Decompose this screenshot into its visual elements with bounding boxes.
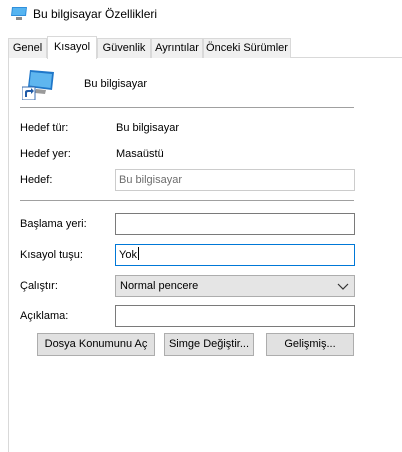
comment-label: Açıklama: [20,310,69,322]
shortcut-name: Bu bilgisayar [84,78,147,90]
run-select-value: Normal pencere [120,280,199,292]
tab-shortcut[interactable]: Kısayol [47,36,97,59]
tab-security[interactable]: Güvenlik [97,38,151,58]
target-location-value: Masaüstü [116,148,164,160]
tab-previous-versions[interactable]: Önceki Sürümler [203,38,291,58]
computer-shortcut-icon [11,7,27,20]
comment-field[interactable] [115,305,355,327]
separator [20,200,354,201]
text-caret [137,247,139,260]
tab-general[interactable]: Genel [8,38,47,58]
advanced-button[interactable]: Gelişmiş... [266,333,354,356]
target-field: Bu bilgisayar [115,169,355,191]
start-in-field[interactable] [115,213,355,235]
run-label: Çalıştır: [20,280,58,292]
computer-icon [22,70,54,100]
chevron-down-icon [337,283,349,290]
change-icon-button[interactable]: Simge Değiştir... [164,333,254,356]
shortcut-key-value: Yok [119,249,137,261]
tab-details[interactable]: Ayrıntılar [151,38,203,58]
title-bar: Bu bilgisayar Özellikleri [0,0,402,30]
shortcut-key-field[interactable]: Yok [115,244,355,266]
open-file-location-button[interactable]: Dosya Konumunu Aç [37,333,155,356]
target-type-value: Bu bilgisayar [116,122,179,134]
separator [20,107,354,108]
window-title: Bu bilgisayar Özellikleri [33,7,158,21]
start-in-label: Başlama yeri: [20,218,87,230]
shortcut-key-label: Kısayol tuşu: [20,249,83,261]
run-select[interactable]: Normal pencere [115,275,355,297]
target-label: Hedef: [20,174,53,186]
target-type-label: Hedef tür: [20,122,69,134]
target-location-label: Hedef yer: [20,148,71,160]
